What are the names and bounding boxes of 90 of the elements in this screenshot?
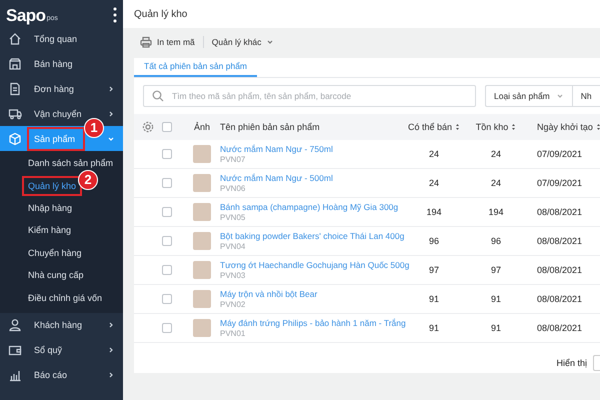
submenu-item[interactable]: Điều chỉnh giá vốn [0, 286, 123, 310]
table-cell: 194 [488, 206, 504, 217]
table-cell: 97 [490, 264, 501, 275]
column-header: Ảnh [194, 122, 210, 132]
photo-placeholder [193, 202, 211, 221]
sku-text: PVN02 [220, 300, 246, 309]
submenu-item[interactable]: Chuyển hàng [0, 242, 123, 264]
page-title: Quản lý kho [134, 8, 188, 20]
sort-icon [511, 122, 516, 131]
person-icon [8, 318, 22, 332]
table-cell: 91 [490, 322, 501, 333]
submenu-item[interactable]: Kiểm hàng [0, 219, 123, 242]
table-cell: 91 [428, 322, 439, 333]
step-number-badge: 2 [78, 170, 98, 190]
table-cell: 24 [490, 148, 501, 159]
row-checkbox[interactable] [162, 206, 172, 217]
sku-text: PVN06 [220, 184, 246, 193]
table-cell: 97 [428, 264, 439, 275]
sku-text: PVN04 [220, 242, 246, 251]
row-checkbox[interactable] [162, 178, 172, 188]
printer-icon [140, 36, 152, 48]
more-icon [113, 7, 117, 23]
nav-item[interactable]: Báo cáo [0, 362, 123, 388]
photo-placeholder [193, 318, 211, 337]
search-field[interactable]: Tìm theo mã sản phẩm, tên sản phẩm, barcode [170, 90, 467, 102]
table-cell: 91 [490, 294, 501, 304]
search-icon [152, 90, 164, 102]
column-header[interactable]: Có thể bán [408, 122, 452, 132]
table-cell: 96 [428, 236, 439, 246]
home-icon [8, 32, 22, 46]
nav-item[interactable]: Sổ quỹ [0, 338, 123, 363]
cube-icon [8, 132, 22, 146]
caret-icon [266, 38, 274, 46]
nav-item[interactable]: Khách hàng [0, 312, 123, 338]
table-cell: 24 [428, 148, 439, 159]
filter-dropdown[interactable]: Nh [572, 86, 600, 106]
step-number-badge: 1 [84, 118, 104, 138]
tab[interactable]: Tất cả phiên bản sản phẩm [134, 58, 258, 77]
wallet-icon [8, 343, 22, 358]
row-checkbox[interactable] [162, 148, 172, 159]
store-icon [8, 56, 22, 70]
table-cell: 08/08/2021 [537, 322, 582, 333]
nav-item[interactable]: Bán hàng [0, 51, 123, 76]
settings-icon [142, 120, 154, 133]
logo: Sapo [6, 6, 46, 26]
column-header[interactable]: Ngày khởi tạo [537, 122, 593, 132]
row-checkbox[interactable] [162, 264, 172, 275]
table-cell: 96 [490, 236, 501, 246]
more-actions-dropdown[interactable]: Quản lý khác [212, 35, 274, 49]
row-checkbox[interactable] [162, 294, 172, 304]
column-header[interactable]: Tồn kho [476, 122, 508, 132]
nav-item[interactable]: Tổng quan [0, 26, 123, 51]
sku-text: PVN07 [220, 154, 246, 164]
submenu-item[interactable]: Nhập hàng [0, 196, 123, 220]
sku-text: PVN03 [220, 270, 246, 280]
sku-text: PVN05 [220, 212, 246, 222]
photo-placeholder [193, 260, 211, 279]
document-icon [8, 82, 22, 96]
table-cell: 91 [428, 294, 439, 304]
caret-icon [556, 92, 564, 100]
table-cell: 08/08/2021 [537, 264, 582, 275]
table-cell: 07/09/2021 [537, 178, 582, 188]
sort-icon [596, 122, 600, 131]
row-checkbox[interactable] [162, 236, 172, 246]
filter-dropdown[interactable]: Loại sản phẩm [486, 86, 573, 106]
table-cell: 08/08/2021 [537, 294, 582, 304]
table-cell: 08/08/2021 [537, 206, 582, 217]
photo-placeholder [193, 144, 211, 163]
photo-placeholder [193, 290, 211, 308]
row-checkbox[interactable] [162, 322, 172, 333]
bar-chart-icon [8, 368, 22, 382]
photo-placeholder [193, 174, 211, 192]
sku-text: PVN01 [220, 328, 246, 338]
search-box[interactable]: Tìm theo mã sản phẩm, tên sản phẩm, barcode [143, 84, 476, 107]
table-cell: 24 [490, 178, 501, 188]
table-cell: 24 [428, 178, 439, 188]
sort-icon [455, 122, 460, 131]
nav-item[interactable]: Đơn hàng [0, 76, 123, 101]
show-label: Hiển thị [556, 358, 587, 368]
submenu-item[interactable]: Nhà cung cấp [0, 264, 123, 287]
column-header: Tên phiên bản sản phẩm [220, 122, 320, 132]
print-labels-button[interactable]: In tem mã [140, 34, 195, 50]
photo-placeholder [193, 232, 211, 250]
truck-icon [8, 106, 22, 120]
table-cell: 07/09/2021 [537, 148, 582, 159]
table-cell: 194 [426, 206, 442, 217]
page-size-select[interactable] [593, 354, 600, 371]
highlight-frame: Sản phẩm [27, 126, 86, 150]
table-cell: 08/08/2021 [537, 236, 582, 246]
select-all-checkbox[interactable] [162, 122, 172, 132]
